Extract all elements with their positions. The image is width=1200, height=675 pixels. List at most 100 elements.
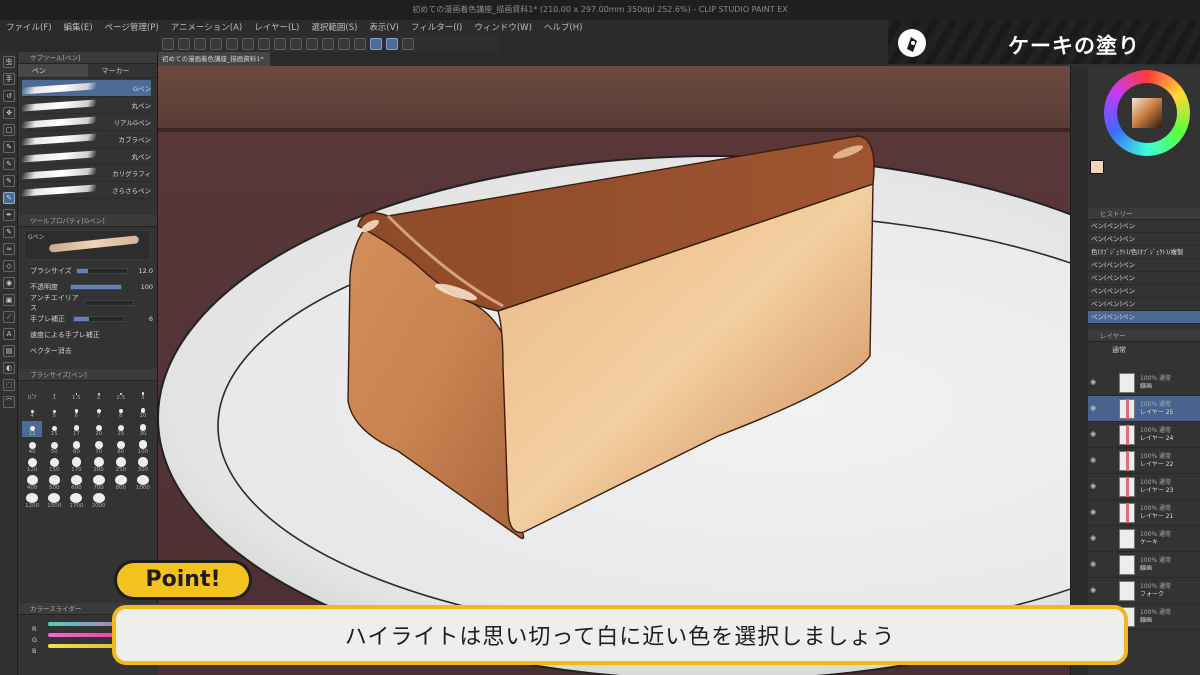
brush-size-cell[interactable]: 300	[133, 457, 153, 473]
brush-size-cell[interactable]: 15	[44, 421, 64, 437]
brush-item[interactable]: カブラペン	[20, 131, 151, 148]
brush-size-cell[interactable]: 1	[44, 385, 64, 401]
save-icon[interactable]	[194, 38, 206, 50]
brush-item[interactable]: カリグラフィ	[20, 165, 151, 182]
brush-size-cell[interactable]: 1000	[133, 475, 153, 491]
stabilization-slider[interactable]	[73, 316, 125, 322]
move-tool-icon[interactable]: ✥	[3, 107, 15, 119]
blend-mode-select[interactable]: 通常	[1088, 342, 1200, 358]
brush-size-cell[interactable]: 6	[66, 403, 86, 419]
snap-special-ruler-icon[interactable]	[386, 38, 398, 50]
brush-size-cell[interactable]: 70	[88, 439, 108, 455]
eyedropper-tool-icon[interactable]: ✎	[3, 141, 15, 153]
visibility-eye-icon[interactable]: ◉	[1090, 404, 1099, 413]
layer-row[interactable]: ◉ 100% 通常 レイヤー 23	[1088, 474, 1200, 500]
invert-selection-icon[interactable]	[338, 38, 350, 50]
history-item[interactable]: ペン(ペン)ペン	[1088, 311, 1200, 324]
brush-size-cell[interactable]: 600	[66, 475, 86, 491]
brush-size-cell[interactable]: 0.7	[22, 385, 42, 401]
visibility-eye-icon[interactable]: ◉	[1090, 534, 1099, 543]
frame-tool-icon[interactable]: ▤	[3, 345, 15, 357]
transform-icon[interactable]	[306, 38, 318, 50]
eraser-tool-icon[interactable]: ◇	[3, 260, 15, 272]
selection-tool-icon[interactable]: □	[3, 124, 15, 136]
fill-tool-icon[interactable]: ◉	[3, 277, 15, 289]
history-item[interactable]: ペン(ペン)ペン	[1088, 272, 1200, 285]
layer-row[interactable]: ◉ 100% 通常 レイヤー 21	[1088, 500, 1200, 526]
new-file-icon[interactable]	[162, 38, 174, 50]
brush-size-cell[interactable]: 2.5	[111, 385, 131, 401]
history-item[interactable]: 色(ｵﾌﾞｼﾞｪｸﾄ)/色(ｵﾌﾞｼﾞｪｸﾄ)/複製	[1088, 246, 1200, 259]
document-tab[interactable]: 初めての漫画着色講座_描画資料1*	[158, 52, 270, 66]
lasso-tool-icon[interactable]: ⌒	[3, 396, 15, 408]
history-item[interactable]: ペン(ペン)ペン	[1088, 259, 1200, 272]
visibility-eye-icon[interactable]: ◉	[1090, 586, 1099, 595]
brush-size-cell[interactable]: 1700	[66, 493, 86, 509]
brush-size-cell[interactable]: 12	[22, 421, 43, 437]
menu-window[interactable]: ウィンドウ(W)	[474, 20, 532, 36]
layer-row[interactable]: ◉ 100% 通常線画	[1088, 552, 1200, 578]
layer-row[interactable]: ◉ 100% 通常 レイヤー 22	[1088, 448, 1200, 474]
open-file-icon[interactable]	[178, 38, 190, 50]
decoration-tool-icon[interactable]: ✎	[3, 226, 15, 238]
menu-view[interactable]: 表示(V)	[369, 20, 398, 36]
visibility-eye-icon[interactable]: ◉	[1090, 508, 1099, 517]
brush-size-cell[interactable]: 170	[66, 457, 86, 473]
brush-size-cell[interactable]: 8	[111, 403, 131, 419]
brush-size-cell[interactable]: 1.5	[66, 385, 86, 401]
brush-item[interactable]: 丸ペン	[20, 97, 151, 114]
crop-icon[interactable]	[274, 38, 286, 50]
visibility-eye-icon[interactable]: ◉	[1090, 430, 1099, 439]
vector-erase-row[interactable]: ベクター消去	[18, 343, 157, 359]
visibility-eye-icon[interactable]: ◉	[1090, 378, 1099, 387]
menu-file[interactable]: ファイル(F)	[6, 20, 52, 36]
undo-icon[interactable]	[226, 38, 238, 50]
brush-size-cell[interactable]: 2	[88, 385, 108, 401]
pencil-tool-icon[interactable]: ✎	[3, 175, 15, 187]
clear-icon[interactable]	[258, 38, 270, 50]
brush-item[interactable]: Gペン	[20, 80, 151, 97]
layer-row[interactable]: ◉ 100% 通常 レイヤー 24	[1088, 422, 1200, 448]
layer-row[interactable]: ◉ 100% 通常 フォーク	[1088, 578, 1200, 604]
hand-tool-icon[interactable]: 手	[3, 73, 15, 85]
color-swatch-icon[interactable]: ◐	[3, 362, 15, 374]
brush-item[interactable]: さらさらペン	[20, 182, 151, 199]
menu-page[interactable]: ページ管理(P)	[105, 20, 159, 36]
tab-marker[interactable]: マーカー	[87, 64, 157, 78]
brush-size-cell[interactable]: 500	[44, 475, 64, 491]
history-item[interactable]: ペン(ペン)ペン	[1088, 220, 1200, 233]
brush-size-cell[interactable]: 2000	[88, 493, 108, 509]
brush-size-cell[interactable]: 10	[133, 403, 153, 419]
brush-size-cell[interactable]: 20	[88, 421, 108, 437]
figure-tool-icon[interactable]: ⟋	[3, 311, 15, 323]
history-item[interactable]: ペン(ペン)ペン	[1088, 298, 1200, 311]
history-item[interactable]: ペン(ペン)ペン	[1088, 285, 1200, 298]
brush-size-cell[interactable]: 60	[66, 439, 86, 455]
brush-size-cell[interactable]: 1200	[22, 493, 42, 509]
brush-size-cell[interactable]: 7	[88, 403, 108, 419]
history-item[interactable]: ペン(ペン)ペン	[1088, 233, 1200, 246]
speed-stabilization-row[interactable]: 速度による手ブレ補正	[18, 327, 157, 343]
airbrush-tool-icon[interactable]: ✒	[3, 209, 15, 221]
zoom-tool-icon[interactable]: 虫	[3, 56, 15, 68]
gradient-tool-icon[interactable]: ▣	[3, 294, 15, 306]
deselect-icon[interactable]	[322, 38, 334, 50]
main-color-swatch[interactable]	[1090, 160, 1104, 174]
brush-size-cell[interactable]: 400	[22, 475, 42, 491]
brush-size-cell[interactable]: 40	[22, 439, 42, 455]
brush-size-cell[interactable]: 30	[133, 421, 153, 437]
layer-row[interactable]: ◉ 100% 通常 レイヤー 25	[1088, 396, 1200, 422]
menu-help[interactable]: ヘルプ(H)	[544, 20, 583, 36]
brush-item[interactable]: 丸ペン	[20, 148, 151, 165]
transparent-color-icon[interactable]: ⬚	[3, 379, 15, 391]
opacity-slider[interactable]	[69, 284, 122, 290]
brush-size-cell[interactable]: 3	[133, 385, 153, 401]
drawing-canvas[interactable]	[158, 66, 1070, 675]
brush-size-cell[interactable]: 100	[133, 439, 153, 455]
brush-size-cell[interactable]: 80	[111, 439, 131, 455]
brush-size-cell[interactable]: 17	[66, 421, 86, 437]
pen-tool-icon[interactable]: ✎	[3, 158, 15, 170]
fill-icon[interactable]	[290, 38, 302, 50]
brush-size-cell[interactable]: 150	[44, 457, 64, 473]
blend-tool-icon[interactable]: ≈	[3, 243, 15, 255]
